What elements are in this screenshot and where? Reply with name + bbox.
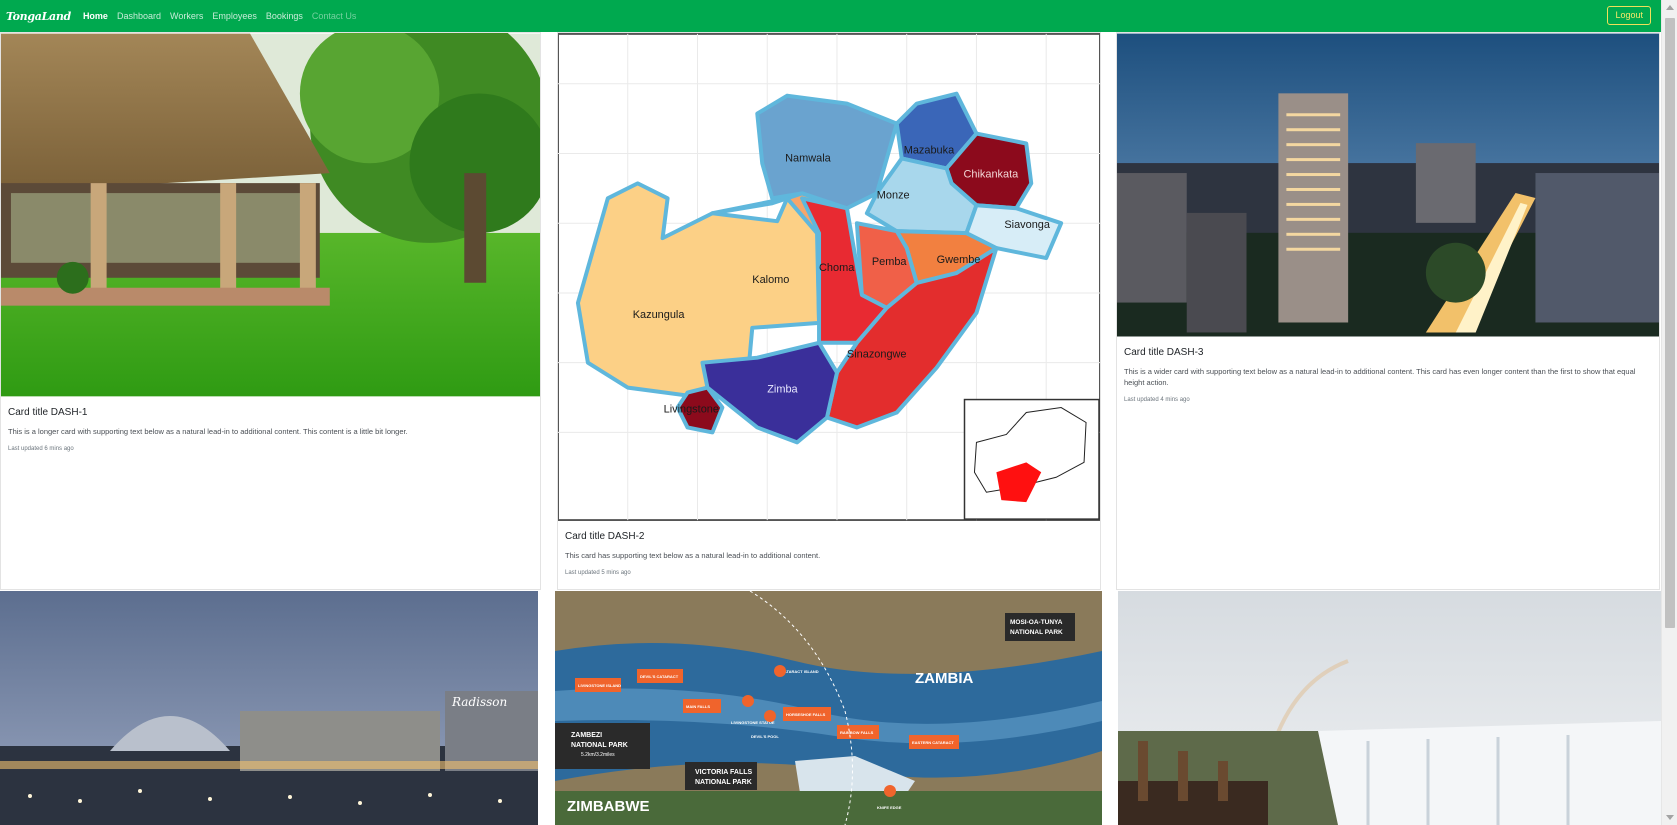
brand-logo[interactable]: TongaLand xyxy=(6,10,71,23)
map-label-pemba: Pemba xyxy=(872,256,908,268)
tag-livingstone-island: LIVINGSTONE ISLAND xyxy=(578,683,621,688)
label-zambezi: ZAMBEZI xyxy=(571,732,602,739)
map-pin-cataract-island-icon xyxy=(774,665,786,677)
label-victoria-falls-park: NATIONAL PARK xyxy=(695,779,752,786)
card-dash-2: Namwala Mazabuka Chikankata Monze Siavon… xyxy=(557,32,1101,590)
tag-cataract-island: CATARACT ISLAND xyxy=(781,669,819,674)
radisson-sign: Radisson xyxy=(451,695,507,709)
card-1-text: This is a longer card with supporting te… xyxy=(8,427,408,436)
card-3-title: Card title DASH-3 xyxy=(1124,347,1204,358)
card-6-image-waterfall-rainbow xyxy=(1118,591,1661,825)
card-3-image-city-night xyxy=(1117,33,1659,337)
nav-dashboard[interactable]: Dashboard xyxy=(117,11,161,21)
card-3-updated: Last updated 4 mins ago xyxy=(1124,397,1190,403)
card-dash-3: Card title DASH-3 This is a wider card w… xyxy=(1116,32,1660,590)
card-2-updated: Last updated 5 mins ago xyxy=(565,570,631,576)
label-zambia: ZAMBIA xyxy=(915,670,973,687)
tag-eastern-cataract: EASTERN CATARACT xyxy=(912,740,954,745)
card-3-text: This is a wider card with supporting tex… xyxy=(1124,367,1636,387)
map-pin-knife-edge-icon xyxy=(884,785,896,797)
map-pin-devils-pool-icon xyxy=(764,710,776,722)
nav-home[interactable]: Home xyxy=(83,11,108,21)
map-label-livingstone: Livingstone xyxy=(664,403,719,415)
page-scrollbar[interactable] xyxy=(1661,0,1677,825)
map-label-kazungula: Kazungula xyxy=(633,309,686,321)
label-national-park-north: NATIONAL PARK xyxy=(1010,629,1063,636)
tag-main-falls: MAIN FALLS xyxy=(686,704,710,709)
map-label-kalomo: Kalomo xyxy=(752,274,789,286)
card-5-image-victoria-falls-map: MOSI-OA-TUNYA NATIONAL PARK ZAMBIA ZIMBA… xyxy=(555,591,1102,825)
card-2-title: Card title DASH-2 xyxy=(565,531,645,542)
label-mosi-oa-tunya: MOSI-OA-TUNYA xyxy=(1010,619,1063,626)
label-zambezi-park: NATIONAL PARK xyxy=(571,742,628,749)
top-navbar: TongaLand Home Dashboard Workers Employe… xyxy=(0,0,1661,32)
map-label-monze: Monze xyxy=(877,189,910,201)
label-zambezi-distance: 5.2km/3.2miles xyxy=(581,752,615,758)
map-label-siavonga: Siavonga xyxy=(1004,219,1051,231)
card-dash-1: Card title DASH-1 This is a longer card … xyxy=(0,32,541,590)
map-label-chikankata: Chikankata xyxy=(964,168,1020,180)
card-1-updated: Last updated 6 mins ago xyxy=(8,446,74,452)
card-1-title: Card title DASH-1 xyxy=(8,407,88,418)
map-label-namwala: Namwala xyxy=(785,152,832,164)
map-label-zimba: Zimba xyxy=(767,384,798,396)
scroll-up-arrow-icon[interactable] xyxy=(1666,5,1674,10)
label-victoria-falls: VICTORIA FALLS xyxy=(695,769,753,776)
map-label-mazabuka: Mazabuka xyxy=(904,144,955,156)
map-label-gwembe: Gwembe xyxy=(937,254,981,266)
nav-workers[interactable]: Workers xyxy=(170,11,203,21)
card-1-image-thatched-lodge xyxy=(1,33,540,397)
scroll-down-arrow-icon[interactable] xyxy=(1666,815,1674,820)
nav-bookings[interactable]: Bookings xyxy=(266,11,303,21)
map-pin-livingstone-statue-icon xyxy=(742,695,754,707)
map-label-sinazongwe: Sinazongwe xyxy=(847,349,907,361)
card-2-text: This card has supporting text below as a… xyxy=(565,551,821,560)
nav-contact-us[interactable]: Contact Us xyxy=(312,11,357,21)
tag-knife-edge: KNIFE EDGE xyxy=(877,805,902,810)
nav-employees[interactable]: Employees xyxy=(212,11,257,21)
card-4-image-radisson-hotel: Radisson xyxy=(0,591,538,825)
tag-horseshoe-falls: HORSESHOE FALLS xyxy=(786,712,826,717)
logout-button[interactable]: Logout xyxy=(1607,6,1651,25)
scrollbar-thumb[interactable] xyxy=(1665,18,1675,628)
map-label-choma: Choma xyxy=(819,262,855,274)
tag-devils-pool: DEVIL'S POOL xyxy=(751,734,779,739)
label-zimbabwe: ZIMBABWE xyxy=(567,798,650,815)
tag-devils-cataract: DEVIL'S CATARACT xyxy=(640,674,679,679)
tag-rainbow-falls: RAINBOW FALLS xyxy=(840,730,874,735)
card-2-image-district-map: Namwala Mazabuka Chikankata Monze Siavon… xyxy=(558,33,1100,521)
